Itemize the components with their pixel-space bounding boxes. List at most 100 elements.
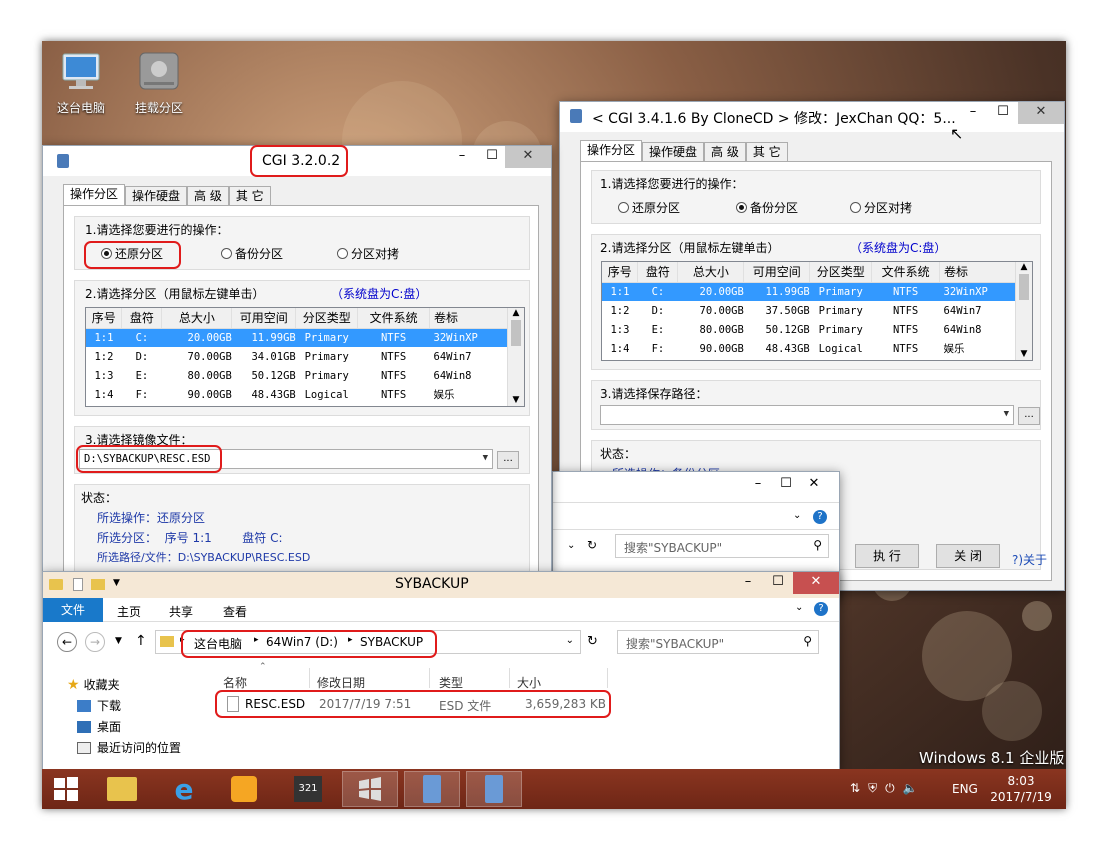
back-icon[interactable]: ← xyxy=(57,632,77,652)
ribbon-tab-home[interactable]: 主页 xyxy=(117,603,141,620)
column-header[interactable]: 可用空间 xyxy=(231,308,297,329)
maximize-button[interactable]: ☐ xyxy=(477,146,507,168)
taskbar-calendar-app[interactable]: 321 xyxy=(280,771,336,807)
execute-button[interactable]: 执 行 xyxy=(855,544,919,568)
maximize-button[interactable]: ☐ xyxy=(988,102,1018,124)
minimize-button[interactable]: – xyxy=(447,146,477,168)
language-indicator[interactable]: ENG xyxy=(952,782,978,796)
table-row[interactable]: 1:2 D: 70.00GB 37.50GB Primary NTFS 64Win7 xyxy=(602,301,1016,320)
network-icon[interactable]: ⇅ xyxy=(850,781,860,796)
tab-other[interactable]: 其 它 xyxy=(228,186,271,205)
help-icon[interactable]: ? xyxy=(814,602,828,616)
partition-table[interactable]: 序号 盘符 总大小 可用空间 分区类型 文件系统 卷标 1:1 C: 20.00GB… xyxy=(601,261,1033,361)
ribbon-tab-view[interactable]: 查看 xyxy=(223,603,247,620)
minimize-button[interactable]: – xyxy=(733,572,763,594)
radio-backup[interactable]: 备份分区 xyxy=(736,199,798,216)
minimize-button[interactable]: – xyxy=(743,474,773,496)
nav-downloads[interactable]: 下载 xyxy=(77,697,121,714)
column-header-type[interactable]: 类型 xyxy=(439,674,463,691)
shield-icon[interactable]: ⛨ xyxy=(868,781,877,796)
column-header[interactable]: 分区类型 xyxy=(809,262,873,283)
tab-disk[interactable]: 操作硬盘 xyxy=(642,142,705,161)
search-box[interactable]: 搜索"SYBACKUP" ⚲ xyxy=(617,630,819,654)
nav-favorites[interactable]: ★ 收藏夹 xyxy=(67,676,120,693)
partition-table[interactable]: 序号 盘符 总大小 可用空间 分区类型 文件系统 卷标 1:1 C: 20.00GB… xyxy=(85,307,525,407)
close-button[interactable]: ✕ xyxy=(799,474,829,496)
volume-icon[interactable]: 🔈 xyxy=(903,781,918,796)
radio-clone[interactable]: 分区对拷 xyxy=(850,199,912,216)
table-row[interactable]: 1:1 C: 20.00GB 11.99GB Primary NTFS 32WinXP xyxy=(602,282,1016,301)
column-header[interactable]: 卷标 xyxy=(429,308,508,329)
radio-clone[interactable]: 分区对拷 xyxy=(337,245,399,262)
chevron-down-icon[interactable]: ▼ xyxy=(113,578,120,588)
desktop-icon-mount-partition[interactable]: 挂载分区 xyxy=(123,51,195,116)
browse-button[interactable]: ... xyxy=(497,451,519,469)
chevron-down-icon[interactable]: ▼ xyxy=(115,636,122,646)
search-box[interactable]: 搜索"SYBACKUP" ⚲ xyxy=(615,534,829,558)
column-header[interactable]: 总大小 xyxy=(677,262,745,283)
tab-partition[interactable]: 操作分区 xyxy=(63,184,126,205)
taskbar-cgi-2[interactable] xyxy=(466,771,522,807)
nav-desktop[interactable]: 桌面 xyxy=(77,718,121,735)
maximize-button[interactable]: ☐ xyxy=(771,474,801,496)
save-path-combobox[interactable]: ▼ xyxy=(600,405,1014,425)
close-button[interactable]: ✕ xyxy=(1018,102,1064,124)
column-header-size[interactable]: 大小 xyxy=(517,674,541,691)
column-header[interactable]: 可用空间 xyxy=(743,262,811,283)
tab-advanced[interactable]: 高 级 xyxy=(187,186,229,205)
column-header[interactable]: 分区类型 xyxy=(295,308,359,329)
up-icon[interactable]: ↑ xyxy=(135,633,147,649)
table-row[interactable]: 1:3 E: 80.00GB 50.12GB Primary NTFS 64Win8 xyxy=(602,320,1016,339)
chevron-down-icon[interactable]: ⌄ xyxy=(795,602,803,613)
desktop-icon-this-pc[interactable]: 这台电脑 xyxy=(45,51,117,116)
about-link[interactable]: ?)关于 xyxy=(1012,551,1047,568)
taskbar-active-window[interactable] xyxy=(342,771,398,807)
taskbar-ie[interactable]: e xyxy=(156,771,212,807)
tab-advanced[interactable]: 高 级 xyxy=(704,142,746,161)
close-button[interactable]: ✕ xyxy=(793,572,839,594)
column-header-name[interactable]: 名称 xyxy=(223,674,247,691)
chevron-down-icon[interactable]: ⌄ xyxy=(566,635,574,646)
close-button[interactable]: ✕ xyxy=(505,146,551,168)
column-header[interactable]: 文件系统 xyxy=(871,262,941,283)
table-scrollbar[interactable]: ▲ ▼ xyxy=(507,308,524,406)
table-row[interactable]: 1:2 D: 70.00GB 34.01GB Primary NTFS 64Win7 xyxy=(86,347,508,366)
taskbar-media-player[interactable] xyxy=(216,771,272,807)
power-icon[interactable]: ⏻ xyxy=(885,781,895,796)
clock[interactable]: 8:03 2017/7/19 xyxy=(990,773,1052,805)
chevron-down-icon[interactable]: ⌄ xyxy=(567,540,575,551)
column-header[interactable]: 序号 xyxy=(602,262,639,283)
help-icon[interactable]: ? xyxy=(813,510,827,524)
browse-button[interactable]: ... xyxy=(1018,407,1040,425)
maximize-button[interactable]: ☐ xyxy=(763,572,793,594)
column-header[interactable]: 序号 xyxy=(86,308,123,329)
refresh-icon[interactable]: ↻ xyxy=(587,634,598,649)
table-scrollbar[interactable]: ▲ ▼ xyxy=(1015,262,1032,360)
table-row[interactable]: 1:3 E: 80.00GB 50.12GB Primary NTFS 64Win8 xyxy=(86,366,508,385)
radio-restore[interactable]: 还原分区 xyxy=(618,199,680,216)
column-header[interactable]: 盘符 xyxy=(637,262,679,283)
column-header[interactable]: 文件系统 xyxy=(357,308,431,329)
radio-backup[interactable]: 备份分区 xyxy=(221,245,283,262)
tab-other[interactable]: 其 它 xyxy=(745,142,788,161)
chevron-down-icon[interactable]: ⌄ xyxy=(793,510,801,521)
taskbar-file-explorer[interactable] xyxy=(94,771,150,807)
taskbar-cgi-1[interactable] xyxy=(404,771,460,807)
table-row[interactable]: 1:4 F: 90.00GB 48.43GB Logical NTFS 娱乐 xyxy=(86,385,508,404)
ribbon-tab-share[interactable]: 共享 xyxy=(169,603,193,620)
column-header-date[interactable]: 修改日期 xyxy=(317,674,365,691)
close-app-button[interactable]: 关 闭 xyxy=(936,544,1000,568)
start-button[interactable] xyxy=(42,771,90,807)
table-row[interactable]: 1:1 C: 20.00GB 11.99GB Primary NTFS 32WinXP xyxy=(86,328,508,347)
minimize-button[interactable]: – xyxy=(958,102,988,124)
cgi-right-titlebar[interactable]: < CGI 3.4.1.6 By CloneCD > 修改：JexChan QQ… xyxy=(560,102,1064,143)
column-header[interactable]: 盘符 xyxy=(121,308,163,329)
nav-recent[interactable]: 最近访问的位置 xyxy=(77,739,181,756)
tab-disk[interactable]: 操作硬盘 xyxy=(125,186,188,205)
refresh-icon[interactable]: ↻ xyxy=(587,538,597,552)
table-row[interactable]: 1:4 F: 90.00GB 48.43GB Logical NTFS 娱乐 xyxy=(602,339,1016,358)
tab-partition[interactable]: 操作分区 xyxy=(580,140,643,161)
ribbon-tab-file[interactable]: 文件 xyxy=(43,598,103,622)
column-header[interactable]: 总大小 xyxy=(161,308,233,329)
column-header[interactable]: 卷标 xyxy=(939,262,1016,283)
